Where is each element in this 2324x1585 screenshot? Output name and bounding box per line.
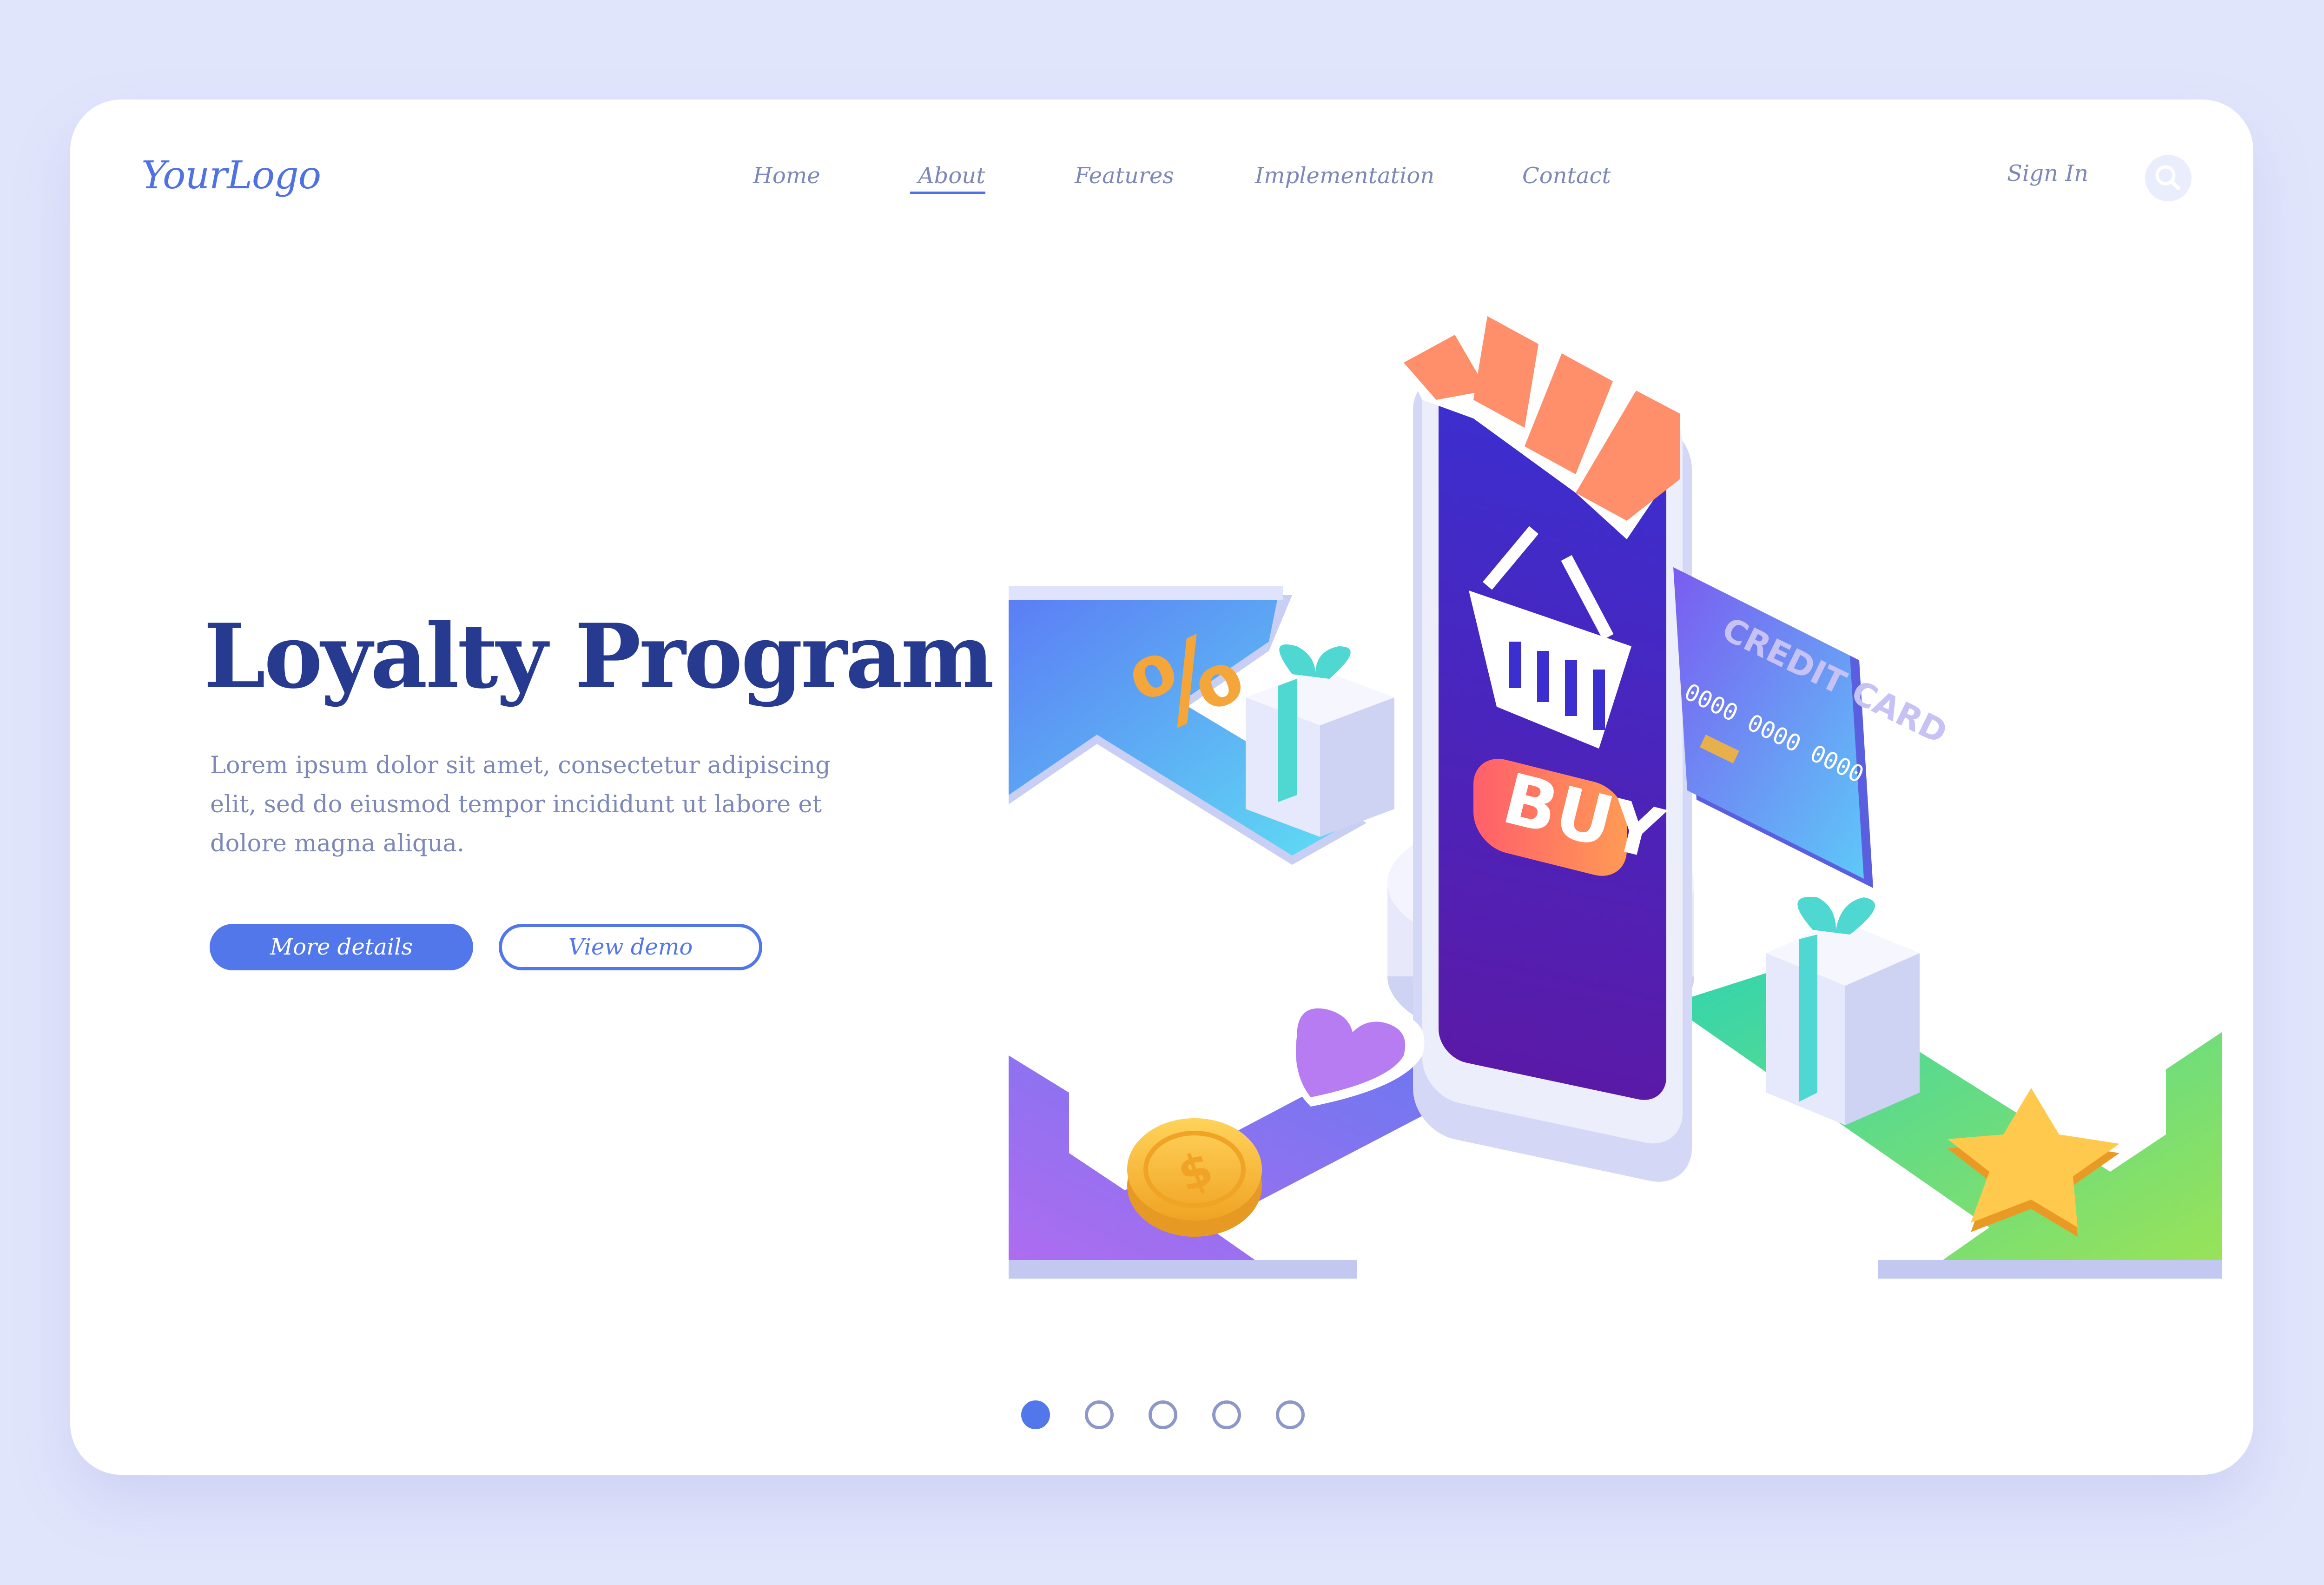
pagination-dot-5[interactable] bbox=[1276, 1400, 1305, 1429]
pagination-dot-1[interactable] bbox=[1021, 1400, 1050, 1429]
gift-box-icon bbox=[1766, 896, 1920, 1125]
nav-home[interactable]: Home bbox=[753, 163, 820, 189]
nav-active-underline bbox=[910, 192, 985, 194]
view-demo-button[interactable]: View demo bbox=[499, 924, 762, 970]
pagination-dot-2[interactable] bbox=[1085, 1400, 1114, 1429]
nav-features[interactable]: Features bbox=[1075, 163, 1174, 189]
loyalty-illustration: BUY CREDIT CARD 0000 0000 0000 % $ bbox=[1009, 298, 2222, 1279]
nav-about[interactable]: About bbox=[918, 163, 985, 189]
nav-contact[interactable]: Contact bbox=[1522, 163, 1611, 189]
pagination bbox=[1021, 1400, 1305, 1429]
nav-implementation[interactable]: Implementation bbox=[1255, 163, 1434, 189]
hero-title: Loyalty Program bbox=[204, 604, 994, 708]
hero-description: Lorem ipsum dolor sit amet, consectetur … bbox=[210, 752, 831, 857]
search-icon bbox=[2155, 165, 2180, 190]
sign-in-link[interactable]: Sign In bbox=[2007, 160, 2088, 186]
pagination-dot-3[interactable] bbox=[1149, 1400, 1177, 1429]
pagination-dot-4[interactable] bbox=[1212, 1400, 1241, 1429]
search-button[interactable] bbox=[2145, 155, 2192, 201]
credit-card-icon: CREDIT CARD 0000 0000 0000 bbox=[1673, 567, 1953, 888]
logo[interactable]: YourLogo bbox=[141, 153, 321, 198]
gift-box-icon bbox=[1246, 644, 1394, 837]
arrow-down-right bbox=[1669, 967, 2222, 1279]
more-details-button[interactable]: More details bbox=[210, 924, 473, 970]
coin-icon: $ bbox=[1127, 1118, 1262, 1237]
